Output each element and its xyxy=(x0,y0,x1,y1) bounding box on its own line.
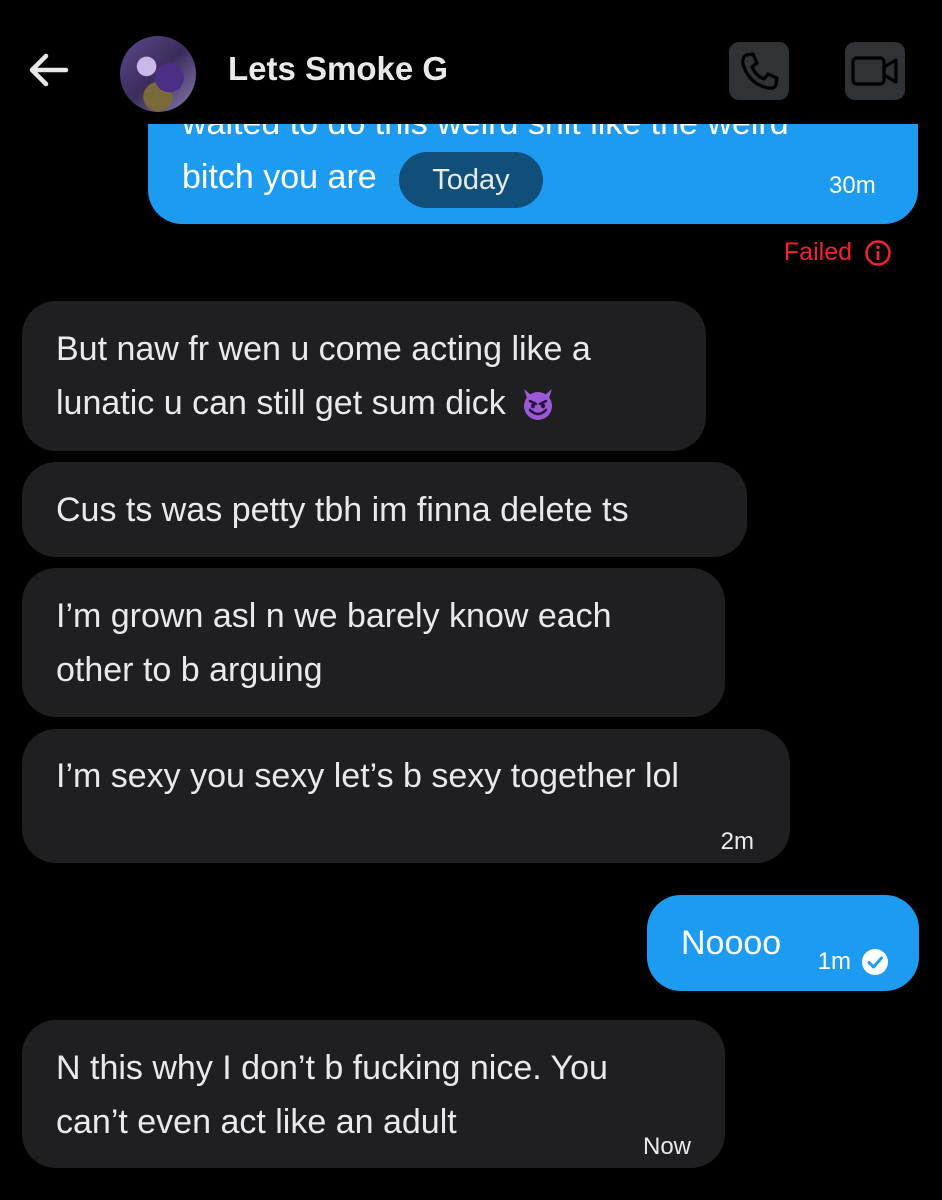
incoming-message[interactable]: I’m grown asl n we barely know each othe… xyxy=(22,568,725,717)
smiling-devil-emoji xyxy=(523,389,552,420)
arrow-left-icon xyxy=(29,53,69,87)
date-separator: Today xyxy=(399,152,543,208)
avatar[interactable] xyxy=(120,36,196,112)
message-text-line: I’m sexy you sexy let’s b sexy together … xyxy=(56,757,679,795)
info-icon xyxy=(865,239,891,266)
message-timestamp: Now xyxy=(642,1133,691,1160)
message-text-line: can’t even act like an adult xyxy=(56,1103,457,1141)
failed-label: Failed xyxy=(783,238,852,266)
message-text-line: But naw fr wen u come acting like a xyxy=(56,330,591,368)
message-timestamp: 2m xyxy=(720,828,754,855)
message-timestamp: 30m xyxy=(829,172,876,199)
message-timestamp: 1m xyxy=(817,948,851,975)
conversation-title[interactable]: Lets Smoke G xyxy=(228,50,448,88)
incoming-message[interactable]: But naw fr wen u come acting like a luna… xyxy=(22,301,706,451)
check-circle-icon xyxy=(862,949,888,975)
message-text-row: lunatic u can still get sum dick xyxy=(56,376,672,430)
chat-header: Lets Smoke G xyxy=(0,0,942,124)
back-button[interactable] xyxy=(26,48,70,92)
message-text-line: other to b arguing xyxy=(56,651,323,689)
phone-icon xyxy=(741,52,779,90)
incoming-message[interactable]: I’m sexy you sexy let’s b sexy together … xyxy=(22,729,790,863)
video-call-button[interactable] xyxy=(845,42,905,100)
video-camera-icon xyxy=(851,56,898,86)
message-text-line: lunatic u can still get sum dick xyxy=(56,384,506,422)
message-text-line: bitch you are xyxy=(182,158,377,196)
outgoing-message[interactable]: Noooo 1m xyxy=(647,895,919,991)
incoming-message[interactable]: Cus ts was petty tbh im finna delete ts xyxy=(22,462,747,557)
message-text-line: N this why I don’t b fucking nice. You xyxy=(56,1049,608,1087)
call-button[interactable] xyxy=(729,42,789,100)
failed-status[interactable]: Failed xyxy=(784,238,892,267)
message-text-line: Cus ts was petty tbh im finna delete ts xyxy=(56,491,629,529)
incoming-message[interactable]: N this why I don’t b fucking nice. You c… xyxy=(22,1020,725,1168)
message-meta: 1m xyxy=(818,935,889,989)
message-text-line: I’m grown asl n we barely know each xyxy=(56,597,612,635)
